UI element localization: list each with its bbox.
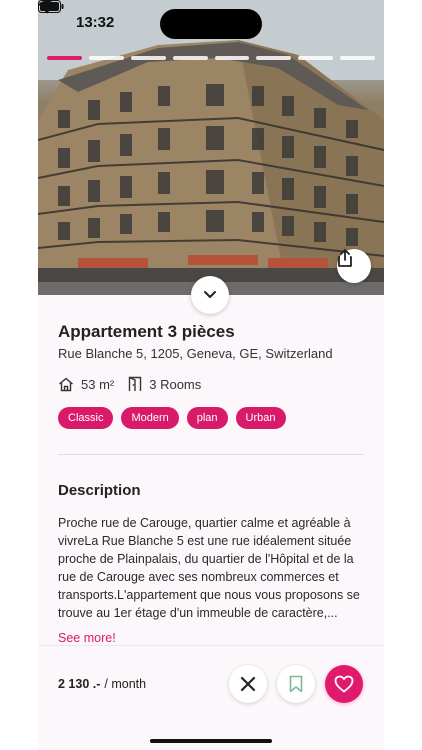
bookmark-icon bbox=[289, 675, 303, 693]
gallery-progress-segment bbox=[298, 56, 334, 60]
action-bar: 2 130 .- / month bbox=[38, 645, 384, 750]
close-icon bbox=[240, 676, 256, 692]
listing-screen: 13:32 Appartement 3 pièces Rue Blanche 5… bbox=[38, 0, 384, 750]
like-button[interactable] bbox=[325, 665, 363, 703]
gallery-progress-segment bbox=[88, 56, 124, 60]
tag-chip[interactable]: Classic bbox=[58, 407, 114, 429]
gallery-progress-segment bbox=[130, 56, 166, 60]
see-more-link[interactable]: See more! bbox=[58, 631, 116, 645]
collapse-button[interactable] bbox=[191, 276, 229, 314]
share-icon bbox=[338, 249, 352, 267]
dismiss-button[interactable] bbox=[229, 665, 267, 703]
dynamic-island bbox=[160, 9, 262, 39]
share-button[interactable] bbox=[337, 249, 371, 283]
gallery-progress bbox=[47, 56, 375, 60]
listing-facts: 53 m² 3 Rooms bbox=[58, 376, 215, 392]
area-fact: 53 m² bbox=[58, 377, 114, 392]
tag-chip[interactable]: Urban bbox=[235, 407, 286, 429]
listing-title: Appartement 3 pièces bbox=[58, 322, 235, 341]
home-indicator bbox=[150, 739, 272, 743]
gallery-progress-segment bbox=[47, 56, 82, 60]
description-text: Proche rue de Carouge, quartier calme et… bbox=[58, 516, 360, 620]
gallery-progress-segment bbox=[256, 56, 292, 60]
rooms-fact: 3 Rooms bbox=[128, 376, 201, 392]
tag-chip[interactable]: Modern bbox=[121, 407, 179, 429]
door-icon bbox=[129, 376, 142, 391]
price: 2 130 .- / month bbox=[58, 677, 146, 691]
price-amount: 2 130 .- bbox=[58, 677, 101, 691]
listing-photo[interactable]: 13:32 bbox=[38, 0, 384, 295]
heart-icon bbox=[334, 675, 354, 693]
status-bar: 13:32 bbox=[38, 0, 384, 48]
status-time: 13:32 bbox=[76, 14, 115, 31]
tag-list: Classic Modern plan Urban bbox=[58, 407, 286, 429]
bookmark-button[interactable] bbox=[277, 665, 315, 703]
description-heading: Description bbox=[58, 482, 141, 499]
listing-address: Rue Blanche 5, 1205, Geneva, GE, Switzer… bbox=[58, 346, 333, 361]
area-value: 53 m² bbox=[81, 376, 115, 392]
home-icon bbox=[59, 377, 73, 391]
rooms-value: 3 Rooms bbox=[149, 376, 202, 392]
gallery-progress-segment bbox=[172, 56, 208, 60]
section-divider bbox=[58, 454, 364, 455]
battery-icon bbox=[38, 0, 64, 13]
gallery-progress-segment bbox=[340, 56, 375, 60]
price-period: / month bbox=[104, 677, 147, 691]
tag-chip[interactable]: plan bbox=[186, 407, 228, 429]
gallery-progress-segment bbox=[214, 56, 250, 60]
chevron-down-icon bbox=[204, 291, 216, 298]
